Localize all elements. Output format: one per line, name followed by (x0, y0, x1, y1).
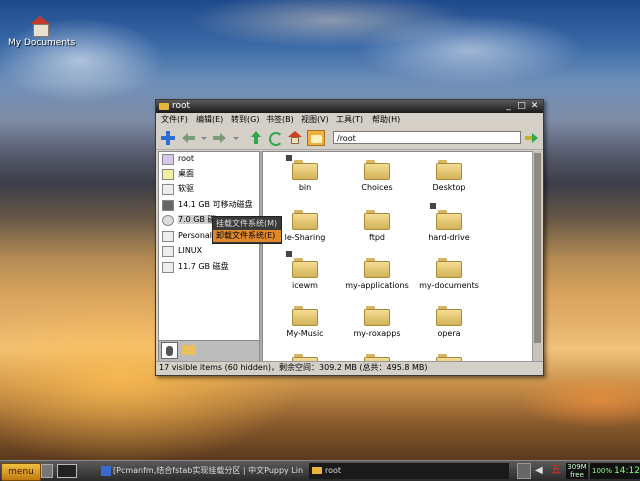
folder-icon (436, 306, 462, 326)
folder-icon (364, 306, 390, 326)
folder-item[interactable]: hard-drive (413, 210, 485, 256)
folder-icon (159, 103, 169, 110)
places-view-button[interactable] (161, 342, 178, 359)
symlink-badge-icon (285, 154, 293, 162)
folder-view-button[interactable] (307, 130, 325, 146)
go-button[interactable] (524, 130, 540, 146)
sidebar-item-linux[interactable]: LINUX (162, 244, 202, 258)
taskbar-item-root[interactable]: root (309, 463, 509, 479)
folder-icon (436, 210, 462, 230)
toolbar: /root (156, 127, 543, 150)
vertical-scrollbar[interactable] (532, 151, 542, 361)
back-button[interactable] (180, 130, 196, 146)
taskbar-item-browser[interactable]: [Pcmanfm,结合fstab实现挂载分区 | 中文Puppy Lin (101, 463, 306, 479)
folder-icon (292, 160, 318, 180)
sidebar-item-usb-drive[interactable]: 14.1 GB 可移动磁盘 (162, 198, 253, 212)
menu-item-mount[interactable]: 挂载文件系统(M) (213, 218, 281, 230)
battery-indicator: 100% (590, 463, 614, 479)
window-title: root (172, 101, 191, 111)
forward-dropdown-icon[interactable] (230, 130, 246, 146)
home-icon (162, 153, 174, 165)
sidebar-item-floppy[interactable]: 软驱 (162, 182, 194, 196)
drive-icon (162, 230, 174, 242)
hard-drive-icon (162, 214, 174, 226)
folder-icon (364, 258, 390, 278)
floppy-icon (162, 183, 174, 195)
folder-item[interactable]: my-roxapps (341, 306, 413, 352)
folder-item[interactable]: my-documents (413, 258, 485, 304)
symlink-badge-icon (429, 202, 437, 210)
forward-button[interactable] (212, 130, 228, 146)
status-bar: 17 visible items (60 hidden)，剩余空间：309.2 … (156, 361, 543, 373)
file-view: bin Choices Desktop le-Sharing ftpd hard… (262, 151, 533, 363)
folder-item[interactable]: my-applications (341, 258, 413, 304)
title-bar[interactable]: root _ □ ✕ (156, 100, 543, 113)
scrollbar-thumb[interactable] (534, 153, 541, 343)
reload-icon[interactable] (267, 130, 283, 146)
new-tab-button[interactable] (160, 130, 176, 146)
folder-item[interactable]: bin (269, 160, 341, 206)
folder-icon (312, 467, 322, 474)
minimize-button[interactable]: _ (503, 101, 514, 112)
volume-icon[interactable]: ◀ (535, 463, 545, 479)
menu-help[interactable]: 帮助(H) (372, 113, 400, 127)
menu-go[interactable]: 转到(G) (231, 113, 259, 127)
close-button[interactable]: ✕ (529, 101, 540, 112)
folder-item[interactable]: Choices (341, 160, 413, 206)
symlink-badge-icon (285, 250, 293, 258)
home-folder-icon (28, 16, 52, 37)
desktop-icon (162, 168, 174, 180)
menu-bookmarks[interactable]: 书签(B) (266, 113, 294, 127)
clock: 14:12 (614, 463, 640, 479)
side-pane-mode-bar (158, 340, 260, 362)
sidebar-item-hard-drive[interactable]: 7.0 GB 磁 (162, 213, 216, 227)
sidebar-item-disk[interactable]: 11.7 GB 磁盘 (162, 260, 229, 274)
menu-item-unmount[interactable]: 卸载文件系统(E) (213, 230, 281, 242)
folder-item[interactable]: My-Music (269, 306, 341, 352)
taskbar: menu [Pcmanfm,结合fstab实现挂载分区 | 中文Puppy Li… (0, 460, 640, 481)
folder-item[interactable]: Desktop (413, 160, 485, 206)
desktop-icon-my-documents[interactable]: My Documents (8, 16, 76, 48)
desktop-icon-label: My Documents (8, 38, 76, 48)
menu-file[interactable]: 文件(F) (161, 113, 188, 127)
folder-icon (292, 258, 318, 278)
folder-icon (292, 306, 318, 326)
up-button[interactable] (248, 130, 264, 146)
folder-icon (436, 160, 462, 180)
folder-item[interactable]: opera (413, 306, 485, 352)
menu-edit[interactable]: 编辑(E) (196, 113, 223, 127)
usb-drive-icon (162, 199, 174, 211)
sidebar-item-personal[interactable]: Personal (162, 229, 212, 243)
folder-icon (364, 160, 390, 180)
folder-item[interactable]: icewm (269, 258, 341, 304)
sidebar-item-root[interactable]: root (162, 152, 194, 166)
sidebar-item-desktop[interactable]: 桌面 (162, 167, 194, 181)
drive-icon (162, 261, 174, 273)
folder-icon (436, 258, 462, 278)
side-pane: root 桌面 软驱 14.1 GB 可移动磁盘 7.0 GB 磁 Person… (158, 151, 260, 341)
browser-icon (101, 465, 111, 476)
show-desktop-button[interactable] (41, 464, 53, 478)
input-method-icon[interactable]: 五 (549, 463, 563, 479)
context-menu: 挂载文件系统(M) 卸载文件系统(E) (212, 216, 282, 244)
maximize-button[interactable]: □ (516, 101, 527, 112)
menu-bar: 文件(F) 编辑(E) 转到(G) 书签(B) 视图(V) 工具(T) 帮助(H… (156, 113, 543, 127)
folder-item[interactable]: ftpd (341, 210, 413, 256)
memory-monitor: 309M free (566, 463, 588, 479)
folder-tree-icon[interactable] (182, 345, 196, 355)
home-button[interactable] (287, 130, 303, 146)
workspace-button[interactable] (57, 464, 77, 478)
menu-view[interactable]: 视图(V) (301, 113, 329, 127)
start-menu-button[interactable]: menu (1, 463, 41, 481)
folder-icon (292, 210, 318, 230)
menu-tools[interactable]: 工具(T) (336, 113, 363, 127)
address-bar-input[interactable]: /root (333, 131, 521, 144)
folder-icon (364, 210, 390, 230)
monitor-icon[interactable] (517, 463, 531, 479)
drive-icon (162, 245, 174, 257)
